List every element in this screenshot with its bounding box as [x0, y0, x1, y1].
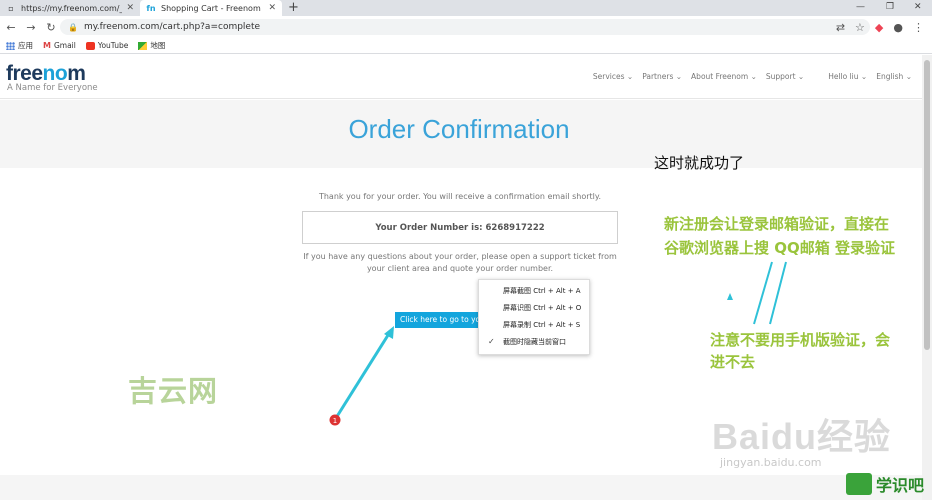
menu-label: 屏幕录制 Ctrl + Alt + S	[503, 321, 581, 329]
order-number-box: Your Order Number is: 6268917222	[302, 211, 618, 244]
translate-icon[interactable]: ⇄	[836, 21, 845, 34]
forward-icon[interactable]: →	[22, 21, 40, 34]
annotation-email-verify: 新注册会让登录邮箱验证，直接在 谷歌浏览器上搜 QQ邮箱 登录验证	[664, 212, 895, 260]
menu-label: 屏幕识图 Ctrl + Alt + O	[503, 304, 582, 312]
tagline: A Name for Everyone	[7, 83, 98, 93]
xueshiba-text: 学识吧	[876, 476, 925, 495]
menu-label: 截图时隐藏当前窗口	[503, 338, 566, 346]
close-icon[interactable]: ✕	[126, 3, 134, 13]
chevron-down-icon: ⌄	[675, 72, 683, 81]
page-title: Order Confirmation	[348, 114, 570, 144]
menu-item-screen-record[interactable]: 屏幕录制 Ctrl + Alt + S	[479, 319, 589, 336]
nav-label: Support	[765, 72, 796, 81]
order-number: Your Order Number is: 6268917222	[375, 222, 545, 233]
nav-label: English	[876, 72, 904, 81]
minimize-icon[interactable]: —	[856, 0, 865, 14]
bookmark-label: 应用	[18, 41, 33, 50]
baidu-url-watermark: jingyan.baidu.com	[720, 456, 822, 469]
chevron-down-icon: ⌄	[626, 72, 634, 81]
tab-freenom-home[interactable]: ▫ https://my.freenom.com/_最美 ✕	[0, 0, 140, 16]
bookmark-label: Gmail	[53, 41, 76, 50]
nav-about[interactable]: About Freenom ⌄	[691, 72, 757, 81]
freenom-icon: fn	[146, 3, 156, 13]
bookmark-apps[interactable]: 应用	[6, 40, 33, 51]
close-icon[interactable]: ✕	[268, 3, 276, 13]
browser-tab-bar: ▫ https://my.freenom.com/_最美 ✕ fn Shoppi…	[0, 0, 932, 16]
new-tab-icon[interactable]: +	[288, 0, 299, 15]
apps-grid-icon	[6, 41, 15, 50]
chevron-down-icon: ⌄	[905, 72, 912, 81]
jiyun-watermark: 吉云网	[128, 374, 219, 408]
annotation-success: 这时就成功了	[654, 154, 745, 172]
nav-language[interactable]: English ⌄	[876, 72, 912, 81]
xueshiba-logo: 学识吧	[846, 472, 924, 496]
book-icon	[846, 473, 872, 495]
checkmark-icon: ✓	[488, 337, 495, 346]
annotation-line: 新注册会让登录邮箱验证，直接在	[664, 215, 890, 233]
menu-item-hide-window[interactable]: ✓ 截图时隐藏当前窗口	[479, 336, 589, 353]
account-icon[interactable]: ●	[893, 21, 903, 34]
chevron-down-icon: ⌄	[797, 72, 805, 81]
bookmarks-bar: 应用 M Gmail YouTube 地图	[0, 38, 932, 54]
support-message: If you have any questions about your ord…	[303, 252, 617, 273]
arrow-to-button	[334, 331, 392, 419]
bookmark-label: YouTube	[97, 41, 129, 50]
baidu-watermark: Baidu经验	[712, 416, 892, 457]
nav-label: Services	[592, 72, 625, 81]
nav-services[interactable]: Services ⌄	[593, 72, 633, 81]
menu-dots-icon[interactable]: ⋮	[913, 21, 924, 34]
tab-shopping-cart[interactable]: fn Shopping Cart - Freenom ✕	[140, 0, 282, 16]
annotation-line: 注意不要用手机版验证，会	[710, 331, 891, 349]
tab-title: https://my.freenom.com/_最美	[21, 3, 122, 13]
screenshot-context-menu: 屏幕截图 Ctrl + Alt + A 屏幕识图 Ctrl + Alt + O …	[478, 279, 590, 355]
lock-icon[interactable]: 🔒	[68, 23, 78, 32]
browser-toolbar: ← → ↻ 🔒 my.freenom.com/cart.php?a=comple…	[0, 16, 932, 38]
annotation-line: 谷歌浏览器上搜 QQ邮箱 登录验证	[664, 239, 895, 257]
back-icon[interactable]: ←	[2, 21, 20, 34]
address-bar[interactable]: 🔒 my.freenom.com/cart.php?a=complete	[60, 19, 870, 35]
bookmark-gmail[interactable]: M Gmail	[43, 41, 76, 50]
restore-icon[interactable]: ❐	[886, 0, 894, 14]
bookmark-star-icon[interactable]: ☆	[855, 21, 865, 34]
reload-icon[interactable]: ↻	[42, 21, 60, 34]
nav-label: Hello liu	[828, 72, 859, 81]
nav-support[interactable]: Support ⌄	[766, 72, 804, 81]
bookmark-youtube[interactable]: YouTube	[85, 41, 129, 50]
tab-title: Shopping Cart - Freenom	[161, 3, 261, 13]
logo-text: m	[67, 62, 86, 85]
nav-account[interactable]: Hello liu ⌄	[828, 72, 867, 81]
page-icon: ▫	[8, 3, 14, 13]
chevron-down-icon: ⌄	[750, 72, 757, 81]
gmail-icon: M	[43, 41, 51, 50]
close-window-icon[interactable]: ✕	[914, 0, 922, 14]
arrow-line	[753, 261, 773, 325]
footer-band	[0, 475, 922, 500]
logo-text: free	[6, 62, 43, 85]
thanks-message: Thank you for your order. You will recei…	[318, 192, 602, 201]
chevron-down-icon: ⌄	[860, 72, 868, 81]
bookmark-maps[interactable]: 地图	[138, 40, 165, 51]
top-navigation: Services ⌄ Partners ⌄ About Freenom ⌄ Su…	[593, 72, 912, 81]
menu-item-image-recognition[interactable]: 屏幕识图 Ctrl + Alt + O	[479, 302, 589, 319]
extension-icon[interactable]: ◆	[875, 21, 883, 34]
arrowhead	[727, 293, 733, 300]
youtube-icon	[85, 41, 95, 50]
annotation-mobile-warning: 注意不要用手机版验证，会 进不去	[710, 329, 890, 373]
scrollbar-thumb[interactable]	[924, 60, 930, 350]
arrowhead	[384, 326, 394, 339]
annotation-line: 进不去	[710, 353, 756, 371]
bookmark-label: 地图	[150, 41, 166, 50]
menu-label: 屏幕截图 Ctrl + Alt + A	[503, 287, 581, 295]
nav-label: Partners	[642, 72, 674, 81]
nav-label: About Freenom	[691, 72, 749, 81]
step-marker-label: 1	[333, 417, 337, 425]
nav-partners[interactable]: Partners ⌄	[642, 72, 682, 81]
site-header: freenom A Name for Everyone Services ⌄ P…	[0, 55, 922, 99]
logo-text-accent: no	[42, 62, 68, 85]
menu-item-screenshot[interactable]: 屏幕截图 Ctrl + Alt + A	[479, 285, 589, 302]
step-marker	[329, 414, 341, 426]
url-text: my.freenom.com/cart.php?a=complete	[83, 22, 261, 32]
arrow-line	[769, 261, 787, 325]
maps-icon	[138, 41, 148, 50]
